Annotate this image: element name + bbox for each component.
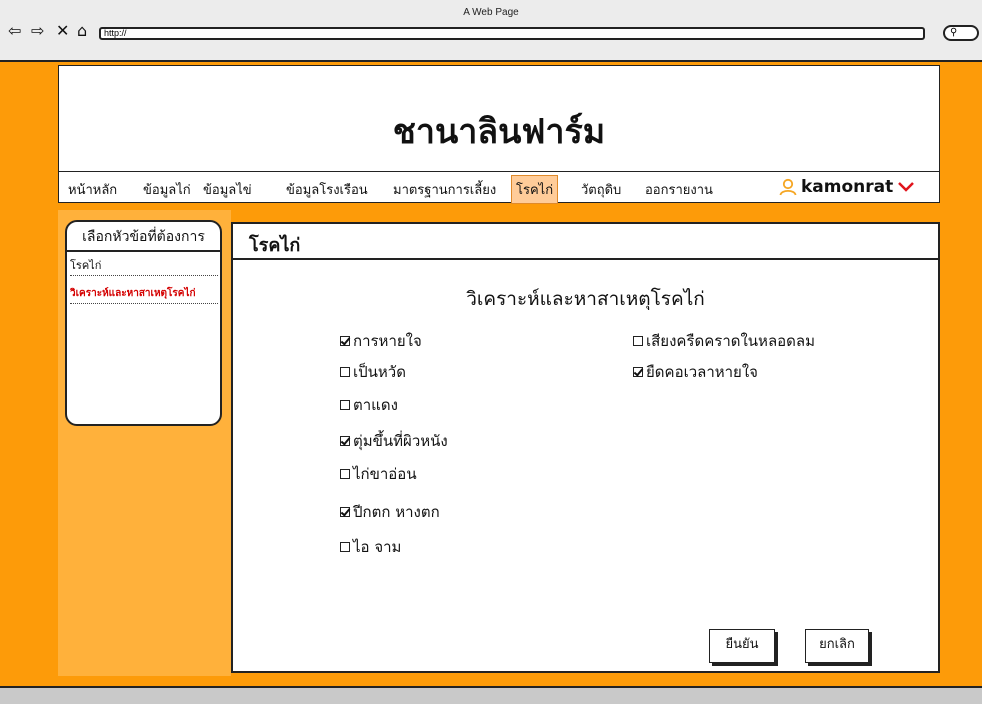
user-icon (779, 178, 797, 196)
checkbox[interactable] (340, 400, 350, 410)
option-label: เป็นหวัด (353, 363, 406, 381)
option-breathing[interactable]: การหายใจ (340, 329, 422, 353)
option-label: เสียงครืดคราดในหลอดลม (646, 332, 815, 350)
checkbox[interactable] (340, 367, 350, 377)
option-label: ไอ จาม (353, 538, 402, 556)
option-label: ไก่ขาอ่อน (353, 465, 417, 483)
nav-item-house-info[interactable]: ข้อมูลโรงเรือน (286, 179, 368, 200)
home-icon[interactable]: ⌂ (77, 22, 87, 40)
back-arrow-icon[interactable]: ⇦ (8, 22, 21, 40)
forward-arrow-icon[interactable]: ⇨ (31, 22, 44, 40)
option-neck-stretch[interactable]: ยืดคอเวลาหายใจ (633, 360, 758, 384)
option-label: การหายใจ (353, 332, 422, 350)
option-label: ยืดคอเวลาหายใจ (646, 363, 758, 381)
option-skin-lumps[interactable]: ตุ่มขึ้นที่ผิวหนัง (340, 429, 448, 453)
section-title: วิเคราะห์และหาสาเหตุโรคไก่ (466, 288, 705, 310)
sidebar-item-chicken-disease[interactable]: โรคไก่ (70, 257, 218, 276)
user-name: kamonrat (801, 177, 894, 197)
checkbox[interactable] (340, 469, 350, 479)
option-label: ตุ่มขึ้นที่ผิวหนัง (353, 432, 448, 450)
browser-search-box[interactable]: ⚲ (943, 25, 979, 41)
nav-item-home[interactable]: หน้าหลัก (68, 179, 117, 200)
main-header: โรคไก่ (233, 224, 938, 260)
sidebar: เลือกหัวข้อที่ต้องการ โรคไก่ วิเคราะห์แล… (65, 220, 222, 426)
main-content: โรคไก่ วิเคราะห์และหาสาเหตุโรคไก่ การหาย… (231, 222, 940, 673)
confirm-button[interactable]: ยืนยัน (709, 629, 775, 663)
checkbox[interactable] (633, 367, 643, 377)
option-drooping-wings[interactable]: ปีกตก หางตก (340, 500, 440, 524)
checkbox[interactable] (340, 507, 350, 517)
nav-item-chicken-disease[interactable]: โรคไก่ (511, 175, 559, 204)
sidebar-heading: เลือกหัวข้อที่ต้องการ (67, 222, 220, 252)
nav-item-reports[interactable]: ออกรายงาน (645, 179, 713, 200)
page-title: โรคไก่ (249, 235, 301, 256)
checkbox[interactable] (340, 542, 350, 552)
option-weak-legs[interactable]: ไก่ขาอ่อน (340, 462, 417, 486)
cancel-button[interactable]: ยกเลิก (805, 629, 869, 663)
nav-item-materials[interactable]: วัตถุดิบ (581, 179, 621, 200)
checkbox[interactable] (340, 336, 350, 346)
stop-icon[interactable]: ✕ (56, 22, 69, 40)
url-bar[interactable]: http:// (99, 27, 925, 40)
window-title: A Web Page (463, 7, 519, 18)
user-menu[interactable]: kamonrat (779, 174, 915, 200)
search-icon: ⚲ (950, 27, 958, 38)
nav-item-standards[interactable]: มาตรฐานการเลี้ยง (393, 179, 496, 200)
main-navbar: หน้าหลัก ข้อมูลไก่ ข้อมูลไข่ ข้อมูลโรงเร… (58, 172, 940, 204)
option-label: ปีกตก หางตก (353, 503, 440, 521)
option-cold[interactable]: เป็นหวัด (340, 360, 406, 384)
option-tracheal-rattle[interactable]: เสียงครืดคราดในหลอดลม (633, 329, 815, 353)
nav-item-egg-info[interactable]: ข้อมูลไข่ (203, 179, 252, 200)
checkbox[interactable] (633, 336, 643, 346)
browser-chrome: A Web Page ⇦ ⇨ ✕ ⌂ http:// ⚲ (0, 0, 982, 62)
chevron-down-icon[interactable] (897, 181, 915, 193)
site-header: ชานาลินฟาร์ม (58, 65, 940, 172)
browser-status-bar (0, 686, 982, 704)
nav-item-chicken-info[interactable]: ข้อมูลไก่ (143, 179, 191, 200)
checkbox[interactable] (340, 436, 350, 446)
option-red-eye[interactable]: ตาแดง (340, 393, 398, 417)
option-cough-sneeze[interactable]: ไอ จาม (340, 535, 401, 559)
site-title: ชานาลินฟาร์ม (392, 112, 606, 152)
sidebar-item-analyze-disease[interactable]: วิเคราะห์และหาสาเหตุโรคไก่ (70, 285, 218, 304)
option-label: ตาแดง (353, 396, 398, 414)
